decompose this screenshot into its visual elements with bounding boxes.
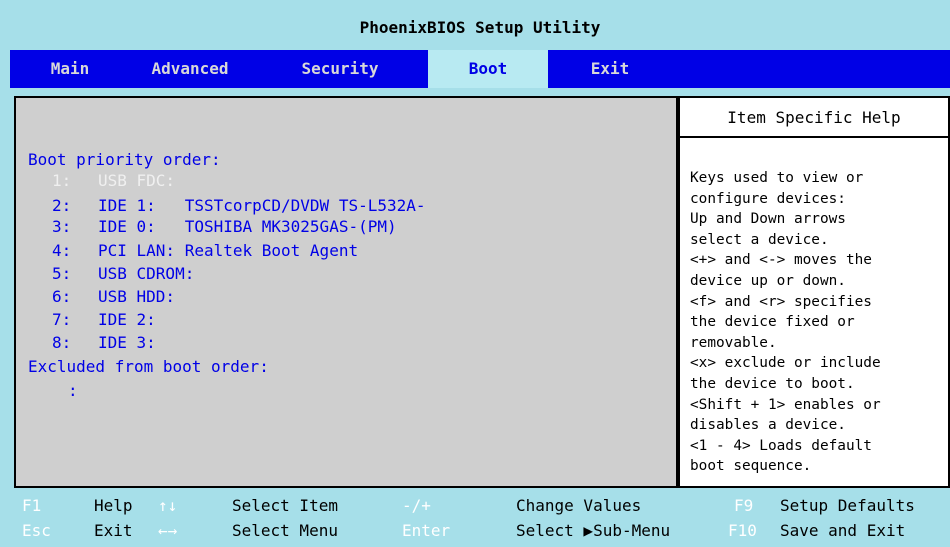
key-esc: Esc	[22, 521, 51, 540]
menu-boot[interactable]: Boot	[428, 50, 548, 88]
key-updown-label: Select Item	[232, 496, 338, 515]
key-leftright-label: Select Menu	[232, 521, 338, 540]
boot-entry-8[interactable]: IDE 3:	[98, 333, 156, 352]
content-area: Boot priority order: 1: USB FDC: 2: IDE …	[10, 92, 950, 490]
key-minus-plus-label: Change Values	[516, 496, 642, 515]
key-esc-label: Exit	[94, 521, 133, 540]
boot-entry-num: 8:	[52, 333, 72, 352]
boot-entry-num: 3:	[52, 217, 72, 236]
bios-screen: PhoenixBIOS Setup Utility Main Advanced …	[0, 0, 950, 547]
boot-entry-2[interactable]: IDE 1: TSSTcorpCD/DVDW TS-L532A-	[98, 196, 426, 215]
menu-security[interactable]: Security	[270, 50, 410, 88]
app-title: PhoenixBIOS Setup Utility	[359, 17, 601, 37]
boot-panel: Boot priority order: 1: USB FDC: 2: IDE …	[14, 96, 678, 488]
key-legend: F1 Help ↑↓ Select Item -/+ Change Values…	[10, 492, 950, 547]
boot-entry-1[interactable]: USB FDC:	[98, 171, 175, 190]
key-f10-label: Save and Exit	[780, 521, 906, 540]
boot-entry-num: 5:	[52, 264, 72, 283]
title-bar: PhoenixBIOS Setup Utility	[10, 8, 950, 46]
help-title: Item Specific Help	[680, 100, 948, 138]
arrow-left-right-icon: ←→	[158, 521, 178, 540]
menu-advanced[interactable]: Advanced	[130, 50, 250, 88]
help-text: Keys used to view or configure devices: …	[690, 170, 881, 475]
key-f9-label: Setup Defaults	[780, 496, 915, 515]
menu-bar: Main Advanced Security Boot Exit	[10, 50, 950, 88]
arrow-up-down-icon: ↑↓	[158, 496, 178, 515]
boot-entry-6[interactable]: USB HDD:	[98, 287, 175, 306]
boot-entry-3[interactable]: IDE 0: TOSHIBA MK3025GAS-(PM)	[98, 217, 397, 236]
menu-exit[interactable]: Exit	[560, 50, 660, 88]
boot-entry-num: 2:	[52, 196, 72, 215]
boot-priority-heading: Boot priority order:	[28, 150, 221, 169]
key-f1-label: Help	[94, 496, 133, 515]
menu-main[interactable]: Main	[10, 50, 130, 88]
boot-entry-num: 1:	[52, 171, 72, 190]
boot-entry-num: 4:	[52, 241, 72, 260]
excluded-heading: Excluded from boot order:	[28, 357, 269, 376]
boot-entry-4[interactable]: PCI LAN: Realtek Boot Agent	[98, 241, 358, 260]
key-f9: F9	[734, 496, 754, 515]
boot-entry-7[interactable]: IDE 2:	[98, 310, 156, 329]
key-enter: Enter	[402, 521, 451, 540]
help-panel: Item Specific Help Keys used to view or …	[678, 96, 950, 488]
boot-entry-5[interactable]: USB CDROM:	[98, 264, 194, 283]
key-minus-plus: -/+	[402, 496, 431, 515]
boot-entry-num: 6:	[52, 287, 72, 306]
excluded-entry[interactable]: :	[68, 381, 78, 400]
boot-entry-num: 7:	[52, 310, 72, 329]
key-f10: F10	[728, 521, 757, 540]
key-enter-label: Select ▶Sub-Menu	[516, 521, 671, 540]
key-f1: F1	[22, 496, 42, 515]
